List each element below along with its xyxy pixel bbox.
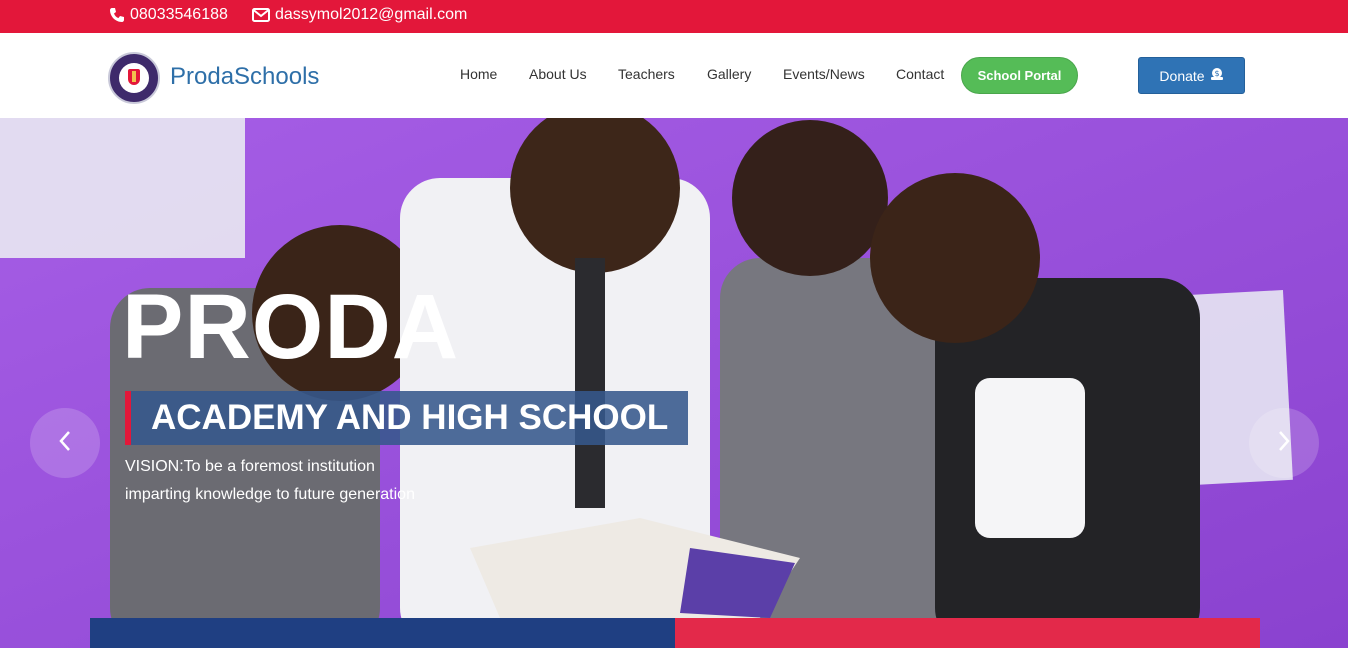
donate-label: Donate — [1159, 67, 1205, 84]
school-logo[interactable] — [108, 52, 160, 104]
feature-panel-red — [675, 618, 1260, 648]
hero-title: PRODA — [122, 276, 460, 378]
envelope-icon — [252, 8, 270, 22]
hero-subtitle-banner: ACADEMY AND HIGH SCHOOL — [125, 391, 688, 445]
donate-icon: $ — [1210, 67, 1224, 84]
school-portal-button[interactable]: School Portal — [961, 57, 1078, 94]
nav-gallery[interactable]: Gallery — [707, 66, 751, 82]
brand-name[interactable]: ProdaSchools — [170, 63, 319, 91]
chevron-right-icon — [1277, 430, 1291, 457]
nav-contact[interactable]: Contact — [896, 66, 944, 82]
hero-background-image — [0, 118, 1348, 648]
phone-number: 08033546188 — [130, 6, 228, 23]
nav-events-news[interactable]: Events/News — [783, 66, 865, 82]
chevron-left-icon — [58, 430, 72, 457]
main-navbar: ProdaSchools Home About Us Teachers Gall… — [0, 33, 1348, 118]
hero-subtitle: ACADEMY AND HIGH SCHOOL — [151, 398, 669, 437]
donate-button[interactable]: Donate $ — [1138, 57, 1245, 94]
email-address: dassymol2012@gmail.com — [275, 6, 468, 23]
feature-panel-blue — [90, 618, 675, 648]
hero-vision: VISION:To be a foremost institution impa… — [125, 453, 445, 509]
phone-icon — [109, 7, 125, 23]
nav-about-us[interactable]: About Us — [529, 66, 587, 82]
email-contact[interactable]: dassymol2012@gmail.com — [252, 6, 467, 24]
phone-contact[interactable]: 08033546188 — [109, 6, 228, 24]
vision-line-2: imparting knowledge to future generation — [125, 486, 415, 503]
slider-prev-button[interactable] — [30, 408, 100, 478]
slider-next-button[interactable] — [1249, 408, 1319, 478]
hero-slider: PRODA ACADEMY AND HIGH SCHOOL VISION:To … — [0, 118, 1348, 648]
vision-line-1: VISION:To be a foremost institution — [125, 458, 375, 475]
top-contact-bar: 08033546188 dassymol2012@gmail.com — [0, 0, 1348, 33]
nav-teachers[interactable]: Teachers — [618, 66, 675, 82]
nav-home[interactable]: Home — [460, 66, 497, 82]
svg-text:$: $ — [1214, 69, 1219, 78]
